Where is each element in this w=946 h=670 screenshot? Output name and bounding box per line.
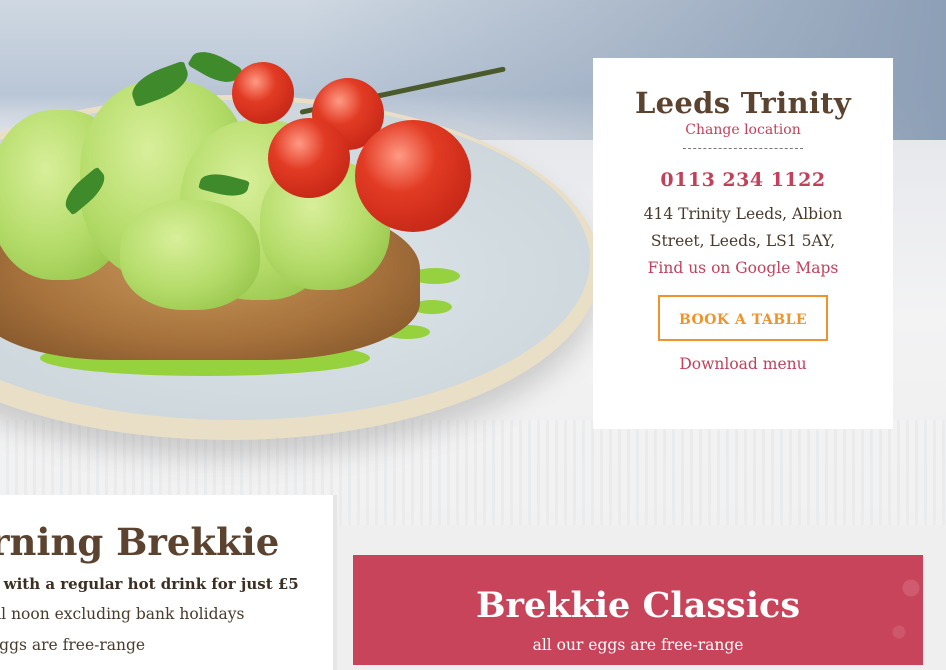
brekkie-classics-panel: Brekkie Classics all our eggs are free-r…	[353, 555, 923, 665]
divider	[683, 148, 803, 149]
download-menu-link[interactable]: Download menu	[593, 355, 893, 373]
google-maps-link[interactable]: Find us on Google Maps	[593, 255, 893, 282]
change-location-link[interactable]: Change location	[593, 122, 893, 138]
classics-title: Brekkie Classics	[475, 585, 801, 626]
book-table-button[interactable]: BOOK A TABLE	[658, 295, 828, 341]
brekkie-note: eggs are free-range	[0, 636, 146, 654]
location-card: Leeds Trinity Change location 0113 234 1…	[593, 58, 893, 429]
avocado-topping	[120, 200, 260, 310]
brekkie-offer: s with a regular hot drink for just £5	[0, 575, 299, 593]
brekkie-title: rning Brekkie	[0, 520, 280, 564]
address: 414 Trinity Leeds, Albion Street, Leeds,…	[593, 201, 893, 255]
location-title: Leeds Trinity	[634, 86, 851, 120]
classics-subtitle: all our eggs are free-range	[532, 636, 744, 654]
address-line: 414 Trinity Leeds, Albion	[643, 205, 843, 223]
phone-link[interactable]: 0113 234 1122	[593, 169, 893, 191]
tomato	[268, 118, 350, 198]
tomato	[232, 62, 294, 124]
tomato	[355, 120, 471, 232]
morning-brekkie-card: rning Brekkie s with a regular hot drink…	[0, 495, 337, 670]
panel-texture	[863, 555, 923, 665]
address-line: Street, Leeds, LS1 5AY,	[650, 232, 836, 250]
brekkie-note: til noon excluding bank holidays	[0, 605, 245, 623]
